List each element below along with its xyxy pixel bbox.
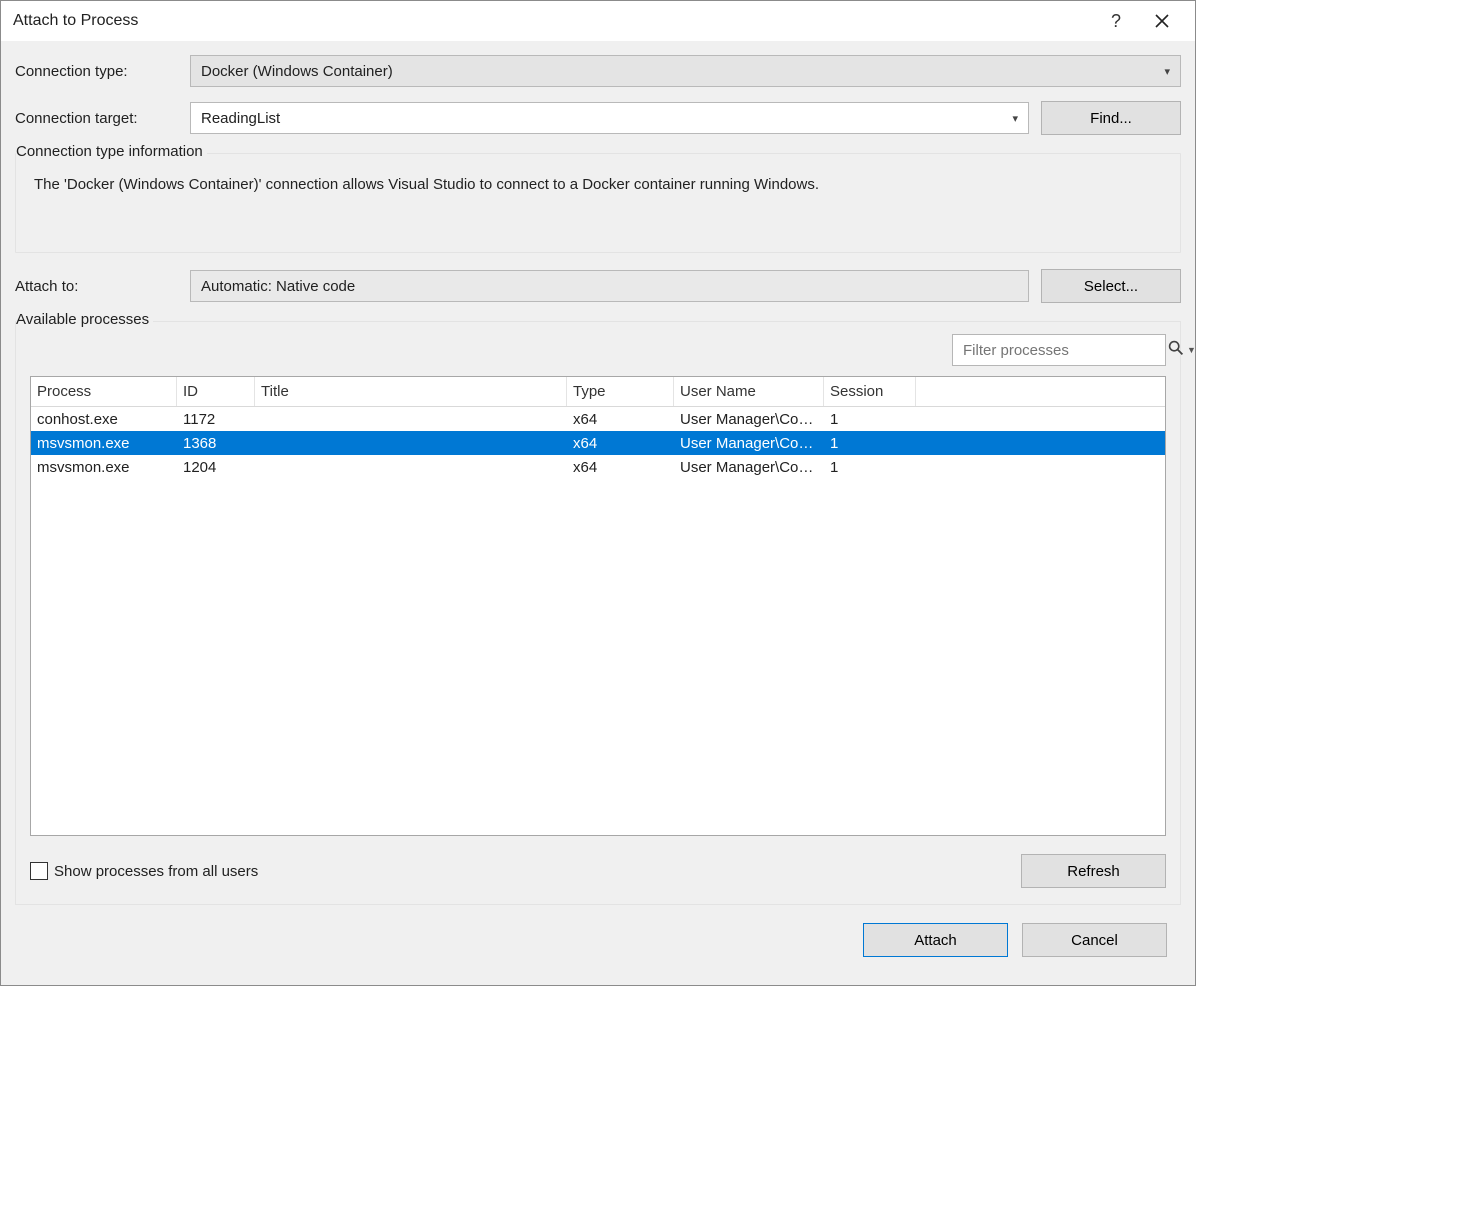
cell: x64 (567, 411, 674, 428)
cell: User Manager\Contai... (674, 435, 824, 452)
show-all-users-label: Show processes from all users (54, 863, 258, 880)
process-grid: Process ID Title Type User Name Session … (30, 376, 1166, 836)
filter-input[interactable] (963, 342, 1162, 359)
cell: 1368 (177, 435, 255, 452)
attach-to-row: Attach to: Automatic: Native code Select… (15, 269, 1181, 303)
connection-info-legend: Connection type information (16, 143, 207, 160)
cell: User Manager\Contai... (674, 459, 824, 476)
col-session[interactable]: Session (824, 377, 916, 406)
cell: x64 (567, 459, 674, 476)
process-row[interactable]: conhost.exe1172 x64User Manager\Contai...… (31, 407, 1165, 431)
connection-type-value: Docker (Windows Container) (201, 63, 393, 80)
connection-target-label: Connection target: (15, 110, 190, 127)
cell: msvsmon.exe (31, 459, 177, 476)
refresh-button[interactable]: Refresh (1021, 854, 1166, 888)
attach-button[interactable]: Attach (863, 923, 1008, 957)
cancel-button[interactable]: Cancel (1022, 923, 1167, 957)
cell: msvsmon.exe (31, 435, 177, 452)
grid-body: conhost.exe1172x64User Manager\Contai...… (31, 407, 1165, 479)
cell: conhost.exe (31, 411, 177, 428)
close-icon (1155, 14, 1169, 28)
window-title: Attach to Process (13, 12, 1093, 30)
connection-target-value: ReadingList (201, 110, 280, 127)
filter-row: ▼ (30, 334, 1166, 366)
chevron-down-icon[interactable]: ▼ (1187, 345, 1196, 355)
cell: x64 (567, 435, 674, 452)
process-row[interactable]: msvsmon.exe1368 x64User Manager\Contai...… (31, 431, 1165, 455)
grid-header: Process ID Title Type User Name Session (31, 377, 1165, 407)
titlebar: Attach to Process ? (1, 1, 1195, 41)
cell: 1 (824, 411, 916, 428)
available-processes-group: Available processes ▼ Process ID Title T… (15, 321, 1181, 905)
col-title[interactable]: Title (255, 377, 567, 406)
filter-box[interactable]: ▼ (952, 334, 1166, 366)
select-button[interactable]: Select... (1041, 269, 1181, 303)
cell: User Manager\Contai... (674, 411, 824, 428)
chevron-down-icon: ▾ (1012, 112, 1018, 125)
connection-info-text: The 'Docker (Windows Container)' connect… (28, 166, 1168, 193)
dialog-footer: Attach Cancel (15, 905, 1181, 971)
procs-bottom-row: Show processes from all users Refresh (30, 854, 1166, 888)
cell: 1 (824, 459, 916, 476)
attach-to-label: Attach to: (15, 278, 190, 295)
find-button[interactable]: Find... (1041, 101, 1181, 135)
cell: 1 (824, 435, 916, 452)
checkbox-box (30, 862, 48, 880)
connection-target-combo[interactable]: ReadingList ▾ (190, 102, 1029, 134)
col-type[interactable]: Type (567, 377, 674, 406)
close-button[interactable] (1139, 1, 1185, 41)
cell: 1204 (177, 459, 255, 476)
dialog-content: Connection type: Docker (Windows Contain… (1, 41, 1195, 985)
connection-type-dropdown[interactable]: Docker (Windows Container) ▾ (190, 55, 1181, 87)
connection-info-group: Connection type information The 'Docker … (15, 153, 1181, 253)
attach-to-field: Automatic: Native code (190, 270, 1029, 302)
available-processes-legend: Available processes (16, 311, 153, 328)
col-id[interactable]: ID (177, 377, 255, 406)
search-icon (1168, 340, 1184, 361)
attach-to-value: Automatic: Native code (201, 278, 355, 295)
col-user[interactable]: User Name (674, 377, 824, 406)
process-row[interactable]: msvsmon.exe1204 x64User Manager\Contai...… (31, 455, 1165, 479)
connection-type-row: Connection type: Docker (Windows Contain… (15, 55, 1181, 87)
cell: 1172 (177, 411, 255, 428)
connection-target-row: Connection target: ReadingList ▾ Find... (15, 101, 1181, 135)
show-all-users-checkbox[interactable]: Show processes from all users (30, 862, 258, 880)
col-process[interactable]: Process (31, 377, 177, 406)
chevron-down-icon: ▾ (1164, 65, 1170, 78)
connection-type-label: Connection type: (15, 63, 190, 80)
help-button[interactable]: ? (1093, 1, 1139, 41)
